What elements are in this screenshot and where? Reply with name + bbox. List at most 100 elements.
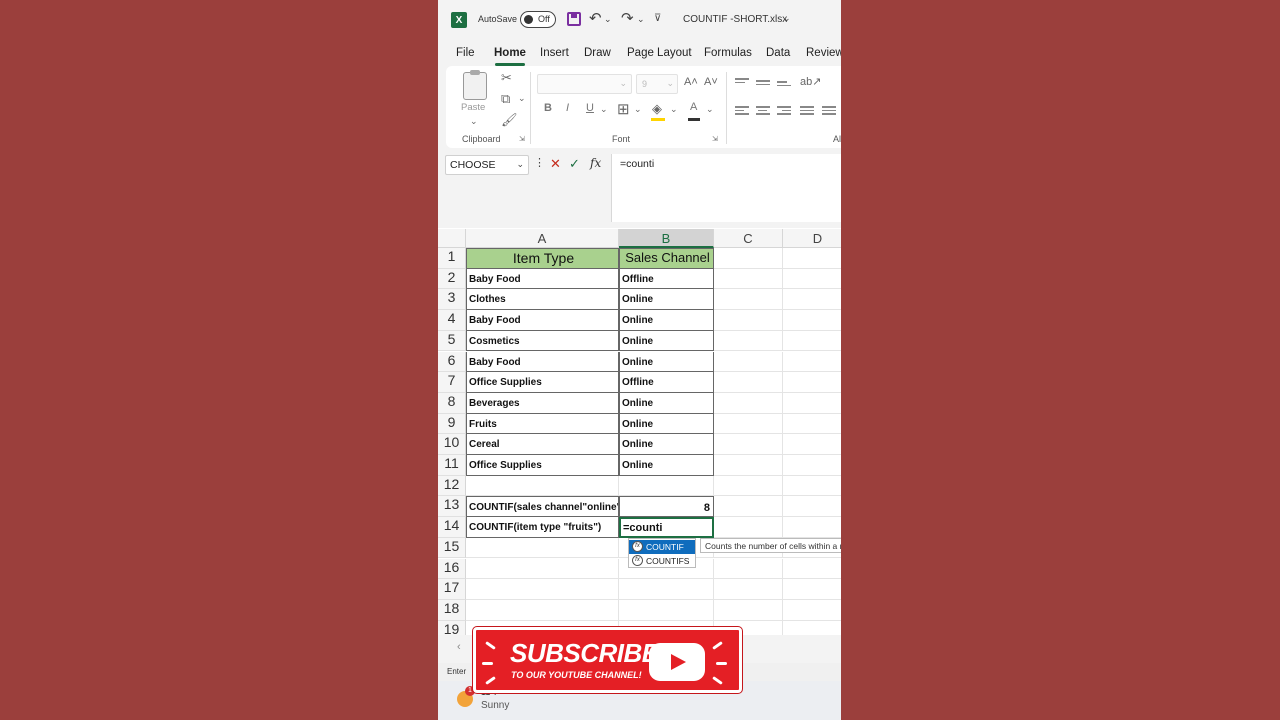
align-right-icon[interactable]: [777, 106, 791, 116]
italic-button[interactable]: I: [566, 102, 569, 114]
insert-function-icon[interactable]: fx: [590, 156, 601, 170]
countif-online-label[interactable]: COUNTIF(sales channel"online"): [466, 496, 619, 518]
font-color-icon[interactable]: A: [690, 101, 697, 113]
row-header[interactable]: 6: [438, 351, 466, 373]
row-header[interactable]: 17: [438, 579, 466, 600]
align-left-icon[interactable]: [735, 106, 749, 116]
cell-empty[interactable]: [714, 599, 783, 621]
row-header[interactable]: 5: [438, 330, 466, 352]
table-cell-sales-channel[interactable]: Online: [619, 434, 714, 455]
column-header-a[interactable]: A: [466, 229, 619, 248]
paste-icon[interactable]: [463, 70, 487, 100]
table-cell-item-type[interactable]: Office Supplies: [466, 372, 619, 393]
row-header[interactable]: 15: [438, 537, 466, 559]
table-cell-item-type[interactable]: Cosmetics: [466, 330, 619, 352]
cell-empty[interactable]: [783, 496, 841, 518]
menu-file[interactable]: File: [456, 47, 475, 59]
table-cell-sales-channel[interactable]: Online: [619, 310, 714, 331]
cell-empty[interactable]: [783, 269, 841, 290]
cell-empty[interactable]: [714, 413, 783, 435]
scroll-left-icon[interactable]: ‹: [457, 641, 461, 653]
menu-draw[interactable]: Draw: [584, 47, 611, 59]
table-cell-sales-channel[interactable]: Online: [619, 330, 714, 352]
increase-indent-icon[interactable]: [822, 106, 836, 116]
cell-empty[interactable]: [619, 599, 714, 621]
undo-dropdown-icon[interactable]: ⌄: [604, 14, 612, 25]
cell-empty[interactable]: [619, 475, 714, 497]
cell-empty[interactable]: [466, 475, 619, 497]
cut-icon[interactable]: ✂: [501, 70, 512, 86]
copy-icon[interactable]: ⧉: [501, 91, 510, 107]
cell-empty[interactable]: [783, 414, 841, 435]
menu-page-layout[interactable]: Page Layout: [627, 47, 692, 59]
autocomplete-countif[interactable]: fx COUNTIF: [629, 540, 695, 554]
row-header[interactable]: 2: [438, 268, 466, 290]
cell-empty[interactable]: [783, 455, 841, 476]
cell-empty[interactable]: [714, 268, 783, 290]
cell-empty[interactable]: [714, 434, 783, 455]
decrease-font-icon[interactable]: A˅: [704, 76, 718, 88]
menu-review[interactable]: Review: [806, 47, 841, 59]
cell-empty[interactable]: [714, 310, 783, 331]
countif-fruits-label[interactable]: COUNTIF(item type "fruits"): [466, 517, 619, 538]
select-all-corner[interactable]: [438, 229, 466, 248]
cell-empty[interactable]: [783, 352, 841, 373]
row-header[interactable]: 11: [438, 455, 466, 476]
underline-button[interactable]: U: [586, 102, 594, 114]
table-cell-sales-channel[interactable]: Online: [619, 455, 714, 476]
redo-dropdown-icon[interactable]: ⌄: [637, 14, 645, 25]
countif-online-result[interactable]: 8: [619, 496, 714, 518]
table-cell-sales-channel[interactable]: Online: [619, 392, 714, 414]
clipboard-launcher-icon[interactable]: ⇲: [519, 135, 525, 143]
underline-dropdown-icon[interactable]: ⌄: [600, 104, 608, 115]
cell-empty[interactable]: [714, 455, 783, 476]
autocomplete-countifs[interactable]: fx COUNTIFS: [629, 554, 695, 568]
cell-empty[interactable]: [783, 600, 841, 621]
cell-empty[interactable]: [783, 434, 841, 455]
column-header-d[interactable]: D: [783, 229, 841, 248]
table-cell-sales-channel[interactable]: Offline: [619, 372, 714, 393]
table-cell-item-type[interactable]: Office Supplies: [466, 455, 619, 476]
cell-empty[interactable]: [783, 310, 841, 331]
file-name[interactable]: COUNTIF -SHORT.xlsx: [683, 14, 787, 25]
subscribe-banner[interactable]: SUBSCRIBE TO OUR YOUTUBE CHANNEL!: [473, 627, 742, 693]
font-color-dropdown-icon[interactable]: ⌄: [706, 104, 714, 115]
format-painter-icon[interactable]: 🖌: [501, 112, 518, 128]
table-cell-item-type[interactable]: Beverages: [466, 392, 619, 414]
cell-empty[interactable]: [714, 372, 783, 393]
cell-empty[interactable]: [466, 558, 619, 580]
row-header[interactable]: 12: [438, 475, 466, 497]
cell-empty[interactable]: [783, 476, 841, 497]
table-cell-item-type[interactable]: Fruits: [466, 413, 619, 435]
table-cell-sales-channel[interactable]: Online: [619, 289, 714, 311]
cell-empty[interactable]: [714, 579, 783, 600]
cell-empty[interactable]: [783, 331, 841, 352]
cell-empty[interactable]: [714, 392, 783, 414]
customize-toolbar-icon[interactable]: ⊽: [654, 13, 661, 24]
menu-insert[interactable]: Insert: [540, 47, 569, 59]
header-cell-item-type[interactable]: Item Type: [466, 248, 619, 269]
table-cell-item-type[interactable]: Clothes: [466, 289, 619, 311]
row-header[interactable]: 7: [438, 372, 466, 393]
cell-empty[interactable]: [783, 621, 841, 635]
row-header[interactable]: 10: [438, 434, 466, 455]
cell-empty[interactable]: [714, 475, 783, 497]
cell-empty[interactable]: [466, 537, 619, 559]
cell-empty[interactable]: [783, 517, 841, 538]
row-header[interactable]: 13: [438, 496, 466, 518]
align-bottom-icon[interactable]: [777, 81, 791, 91]
align-center-icon[interactable]: [756, 106, 770, 116]
fill-color-icon[interactable]: ◈: [652, 101, 662, 117]
cell-empty[interactable]: [783, 579, 841, 600]
cell-empty[interactable]: [714, 248, 783, 269]
cell-empty[interactable]: [714, 289, 783, 311]
header-cell-sales-channel[interactable]: Sales Channel: [619, 248, 714, 269]
orientation-icon[interactable]: ab↗: [800, 75, 821, 88]
save-icon[interactable]: [567, 12, 581, 26]
cell-empty[interactable]: [783, 372, 841, 393]
formula-input[interactable]: =counti: [611, 154, 841, 222]
column-header-b[interactable]: B: [619, 229, 714, 248]
table-cell-item-type[interactable]: Baby Food: [466, 268, 619, 290]
enter-icon[interactable]: ✓: [569, 156, 580, 172]
row-header[interactable]: 16: [438, 558, 466, 580]
